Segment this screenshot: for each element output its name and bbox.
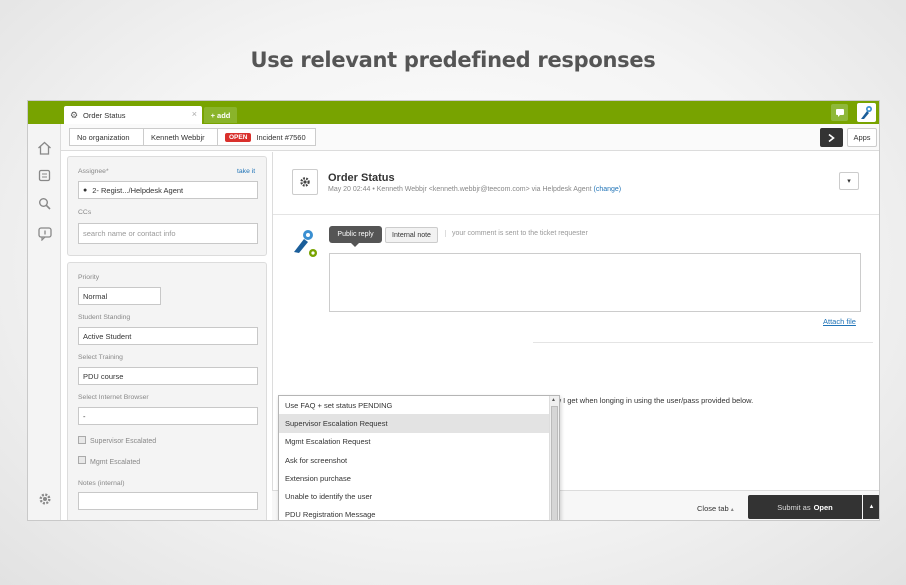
close-icon[interactable]: ×	[192, 109, 197, 119]
notes-label: Notes (internal)	[78, 480, 125, 487]
supervisor-escalated-checkbox[interactable]	[78, 436, 86, 444]
notes-input[interactable]	[78, 492, 258, 510]
priority-label: Priority	[78, 274, 100, 281]
submit-prefix: Submit as	[777, 502, 811, 512]
take-it-link[interactable]: take it	[237, 168, 255, 175]
macro-option[interactable]: Ask for screenshot	[279, 451, 559, 469]
macro-option[interactable]: Extension purchase	[279, 469, 559, 487]
supervisor-escalated-label: Supervisor Escalated	[90, 438, 157, 445]
assignee-value: 2- Regist.../Helpdesk Agent	[92, 185, 184, 195]
macro-option[interactable]: Use FAQ + set status PENDING	[279, 396, 559, 414]
mgmt-escalated-label: Mgmt Escalated	[90, 459, 141, 466]
fields-panel: Priority Normal Student Standing Active …	[67, 262, 267, 520]
status-badge: OPEN	[225, 132, 252, 142]
submit-options-button[interactable]: ▲	[863, 495, 879, 519]
priority-select[interactable]: Normal	[78, 287, 161, 305]
settings-icon[interactable]	[36, 490, 53, 507]
macro-dropdown: Use FAQ + set status PENDING Supervisor E…	[278, 395, 560, 520]
close-tab-label: Close tab	[697, 504, 729, 513]
scroll-thumb[interactable]	[551, 406, 558, 520]
breadcrumb-requester[interactable]: Kenneth Webbjr	[144, 128, 218, 146]
agent-avatar-icon[interactable]	[857, 103, 876, 122]
ccs-label: CCs	[78, 209, 92, 216]
assignee-panel: Assignee* take it ● 2- Regist.../Helpdes…	[67, 156, 267, 256]
add-tab-button[interactable]: + add	[204, 107, 237, 123]
divider	[533, 342, 873, 343]
select-training-select[interactable]: PDU course	[78, 367, 258, 385]
search-icon[interactable]	[36, 195, 53, 212]
agent-avatar	[291, 228, 319, 258]
assignee-label: Assignee*	[78, 168, 109, 175]
submit-button[interactable]: Submit as Open	[748, 495, 862, 519]
dropdown-scrollbar[interactable]: ▲ ▼	[549, 396, 559, 520]
chevron-up-icon: ▴	[730, 507, 734, 513]
comment-body-text: window I get when longing in using the u…	[536, 396, 754, 405]
ticket-subbar: No organization Kenneth Webbjr OPEN Inci…	[61, 124, 879, 151]
ticket-menu-button[interactable]: ▾	[839, 172, 859, 190]
incident-label: Incident #7560	[256, 132, 306, 142]
macro-list: Use FAQ + set status PENDING Supervisor E…	[279, 396, 559, 520]
close-tab-button[interactable]: Close tab ▴	[697, 504, 734, 513]
chat-icon[interactable]	[831, 104, 848, 121]
macro-option[interactable]: PDU Registration Message	[279, 506, 559, 520]
left-nav	[28, 124, 61, 520]
ticket-meta: May 20 02:44 • Kenneth Webbjr <kenneth.w…	[328, 186, 621, 193]
tab-order-status[interactable]: ⚙ Order Status ×	[64, 106, 202, 124]
student-standing-label: Student Standing	[78, 314, 131, 321]
ticket-meta-text: May 20 02:44 • Kenneth Webbjr <kenneth.w…	[328, 186, 592, 193]
app-window: ⚙ Order Status × + add No organization K…	[27, 100, 880, 521]
reply-textarea[interactable]	[329, 253, 861, 312]
gear-icon	[300, 177, 310, 187]
top-bar: ⚙ Order Status × + add	[28, 101, 879, 124]
select-browser-label: Select Internet Browser	[78, 394, 149, 401]
submit-status: Open	[813, 502, 833, 512]
views-icon[interactable]	[36, 167, 53, 184]
user-icon: ●	[83, 186, 88, 194]
breadcrumb-organization[interactable]: No organization	[69, 128, 144, 146]
next-icon[interactable]	[820, 128, 843, 147]
attach-file-link[interactable]: Attach file	[823, 317, 856, 326]
assignee-field[interactable]: ● 2- Regist.../Helpdesk Agent	[78, 181, 258, 199]
macro-option[interactable]: Unable to identify the user	[279, 487, 559, 505]
apps-button[interactable]: Apps	[847, 128, 877, 147]
chevron-up-icon: ▲	[868, 504, 875, 510]
gear-icon: ⚙	[70, 109, 79, 120]
macro-option[interactable]: Mgmt Escalation Request	[279, 433, 559, 451]
internal-note-button[interactable]: Internal note	[385, 227, 438, 243]
tab-title: Order Status	[83, 110, 126, 120]
chevron-down-icon: ▾	[847, 178, 851, 185]
chat-icon[interactable]	[36, 225, 53, 242]
divider	[273, 214, 879, 215]
student-standing-select[interactable]: Active Student	[78, 327, 258, 345]
ccs-input[interactable]: search name or contact info	[78, 223, 258, 244]
comment-hint: your comment is sent to the ticket reque…	[445, 230, 588, 237]
page-headline: Use relevant predefined responses	[250, 48, 656, 72]
ticket-title: Order Status	[328, 172, 395, 184]
scroll-up-icon[interactable]: ▲	[551, 397, 556, 403]
breadcrumb-incident[interactable]: OPEN Incident #7560	[218, 128, 316, 146]
ticket-options-button[interactable]	[292, 169, 318, 195]
home-icon[interactable]	[36, 139, 53, 156]
select-training-label: Select Training	[78, 354, 123, 361]
mgmt-escalated-checkbox[interactable]	[78, 456, 86, 464]
change-link[interactable]: (change)	[593, 186, 621, 193]
macro-option[interactable]: Supervisor Escalation Request	[279, 414, 559, 433]
select-browser-select[interactable]: -	[78, 407, 258, 425]
public-reply-button[interactable]: Public reply	[329, 226, 382, 247]
